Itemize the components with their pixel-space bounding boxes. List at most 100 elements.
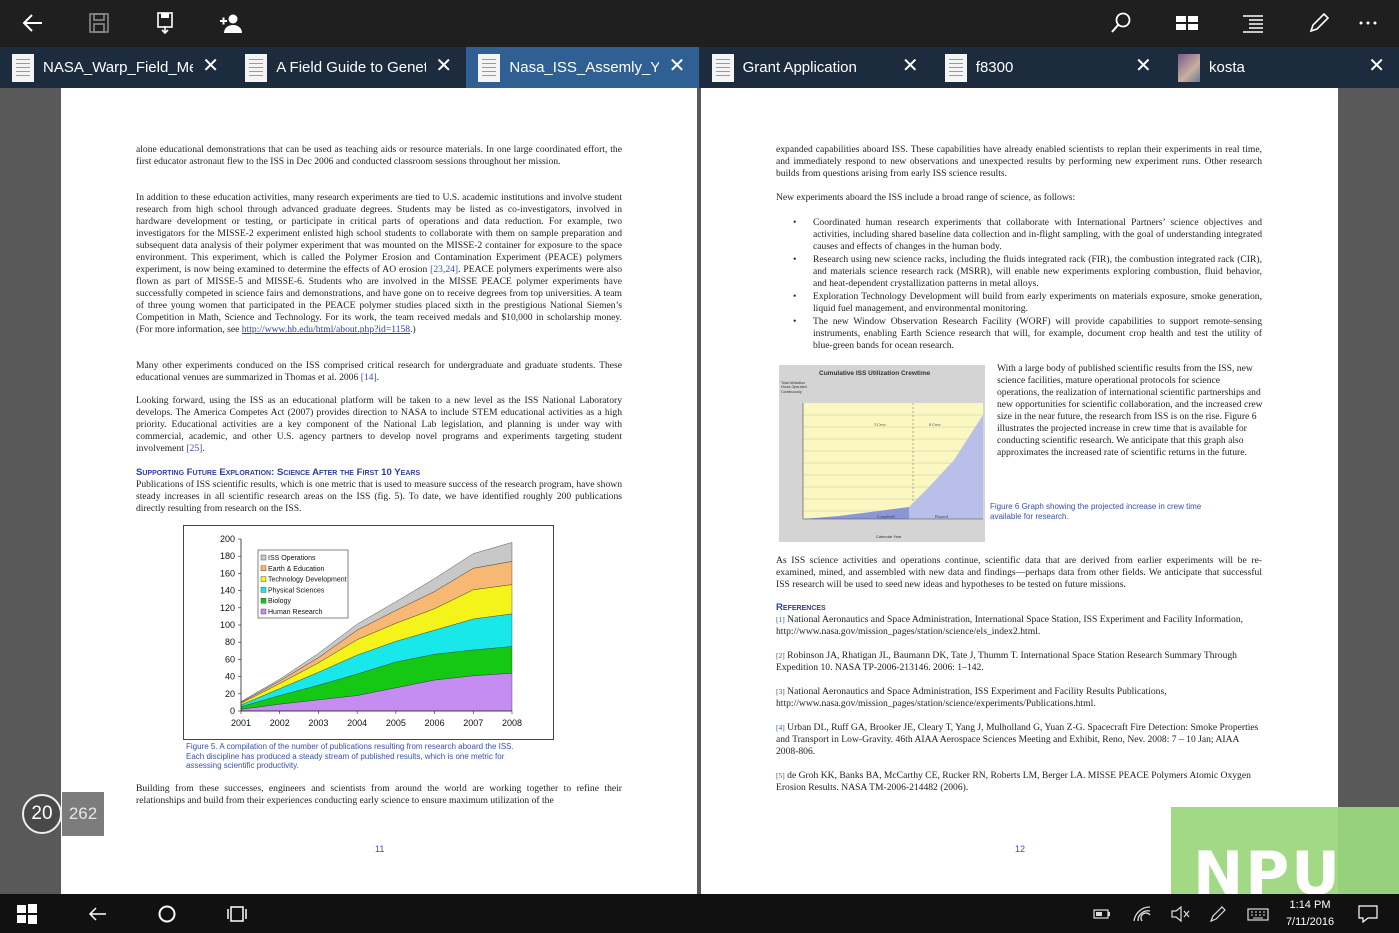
paragraph: Looking forward, using the ISS as an edu… [136,395,622,454]
document-tab[interactable]: Nasa_ISS_Assemly_Years ✕ [466,47,700,88]
save-button[interactable] [82,7,116,39]
list-item: Exploration Technology Development will … [776,291,1262,315]
legend-swatch [260,587,267,593]
add-user-icon [220,14,242,33]
y-tick-label: 160 [220,568,235,578]
close-icon[interactable]: ✕ [435,56,452,76]
toolbar [0,0,1399,47]
pen-workspace-icon[interactable] [1206,899,1230,929]
figure-6-graph: Cumulative ISS Utilization Crewtime Tota… [779,365,985,542]
section-heading: Supporting Future Exploration: Science A… [136,467,421,478]
wifi-icon[interactable] [1130,899,1154,929]
clock-date: 7/11/2016 [1285,916,1335,928]
tab-label: kosta [1209,59,1245,76]
volume-muted-icon[interactable] [1168,899,1192,929]
battery-icon[interactable] [1090,899,1114,929]
document-icon [245,53,268,82]
current-page-indicator[interactable]: 20 [22,794,62,834]
save-as-icon [157,12,173,35]
reference-item: [3] National Aeronautics and Space Admin… [776,686,1167,709]
tab-label: f8300 [975,59,1014,76]
close-icon[interactable]: ✕ [902,56,919,76]
paragraph: alone educational demonstrations that ca… [136,144,622,167]
close-icon[interactable]: ✕ [202,56,219,76]
list-item: Research using new science racks, includ… [776,254,1262,290]
wifi-glyph-icon [1133,906,1151,922]
keyboard-icon[interactable] [1244,899,1272,929]
search-button[interactable] [1104,7,1138,39]
document-view[interactable]: alone educational demonstrations that ca… [0,88,1399,894]
reference-item: [4] Urban DL, Ruff GA, Brooker JE, Clear… [776,722,1259,757]
publications-area-chart: 0 20 40 60 80 100 120 140 160 180 200 2001 2002 2003 2… [183,525,554,740]
paragraph: Building from these successes, engineers… [136,783,622,806]
paragraph: With a large body of published scientifi… [997,363,1263,458]
document-tab[interactable]: Grant Application ✕ [700,47,933,88]
share-user-button[interactable] [214,7,248,39]
paragraph: Many other experiments conduced on the I… [136,360,622,383]
task-view-button[interactable] [222,899,252,929]
layout-button[interactable] [1170,7,1204,39]
y-tick-label: 100 [220,620,235,630]
list-item: Coordinated human research experiments t… [776,217,1262,253]
close-icon[interactable]: ✕ [1368,56,1385,76]
reference-link[interactable]: http://www.hb.edu/html/about.php?id=1158 [242,324,410,335]
legend-swatch [260,565,267,571]
document-icon [12,53,34,82]
pdf-reader-app: NASA_Warp_Field_Me...✕A Field Guide to G… [0,0,1399,933]
figure-5-caption: Figure 5. A compilation of the number of… [186,742,514,770]
search-icon [1111,12,1131,33]
y-tick-label: 0 [230,706,235,716]
document-tab[interactable]: A Field Guide to Genet... ✕ [233,47,466,88]
tab-label: NASA_Warp_Field_Me... [43,59,193,76]
figure-6-label: Planned [935,514,948,519]
legend-label: Human Research [268,609,323,616]
pen-icon [1309,12,1330,33]
document-tab[interactable]: NASA_Warp_Field_Me... ✕ [0,47,233,88]
notifications-icon[interactable] [1355,899,1381,929]
annotate-button[interactable] [1302,7,1336,39]
speaker-muted-icon [1171,905,1190,923]
more-button[interactable] [1355,7,1381,39]
cortana-button[interactable] [152,899,182,929]
paragraph: expanded capabilities aboard ISS. These … [776,144,1262,179]
list-item: The new Window Observation Research Faci… [776,316,1262,352]
x-tick-label: 2005 [386,718,406,728]
legend-label: Technology Development [268,577,347,584]
action-center-icon [1358,905,1378,924]
system-clock[interactable]: 1:14 PM 7/11/2016 [1280,897,1340,931]
document-tab[interactable]: f8300 ✕ [933,47,1166,88]
reference-item: [5] de Groh KK, Banks BA, McCarthy CE, R… [776,770,1251,793]
close-icon[interactable]: ✕ [1135,56,1152,76]
x-tick-label: 2004 [347,718,367,728]
paragraph: New experiments aboard the ISS include a… [776,192,1076,203]
legend-swatch [260,554,267,561]
page-number: 12 [1015,844,1026,854]
outline-button[interactable] [1236,7,1270,39]
y-tick-label: 60 [225,654,235,664]
total-pages: 262 [62,792,104,836]
document-tab[interactable]: kosta ✕ [1166,47,1399,88]
tab-label: Nasa_ISS_Assemly_Years [509,59,659,76]
figure-6-label: Completed [877,514,895,519]
x-tick-label: 2007 [463,718,483,728]
back-button[interactable] [82,899,112,929]
y-tick-label: 180 [220,551,235,561]
back-icon [88,907,106,921]
y-tick-label: 120 [220,603,235,613]
figure-6-x-label: Calendar Year [876,534,902,539]
save-as-button[interactable] [148,7,182,39]
start-button[interactable] [12,899,42,929]
legend-label: Biology [268,598,291,605]
back-button[interactable] [16,7,50,39]
legend-label: ISS Operations [268,555,316,562]
pdf-page-right: expanded capabilities aboard ISS. These … [701,88,1338,894]
reference-item: [1] National Aeronautics and Space Admin… [776,614,1244,637]
pdf-page-left: alone educational demonstrations that ca… [61,88,697,894]
close-icon[interactable]: ✕ [669,56,686,76]
save-icon [89,13,109,33]
y-tick-label: 20 [225,689,235,699]
x-tick-label: 2002 [270,718,290,728]
bullet-list: Coordinated human research experiments t… [776,217,1262,353]
legend-label: Physical Sciences [268,587,325,594]
y-tick-label: 200 [220,534,235,544]
